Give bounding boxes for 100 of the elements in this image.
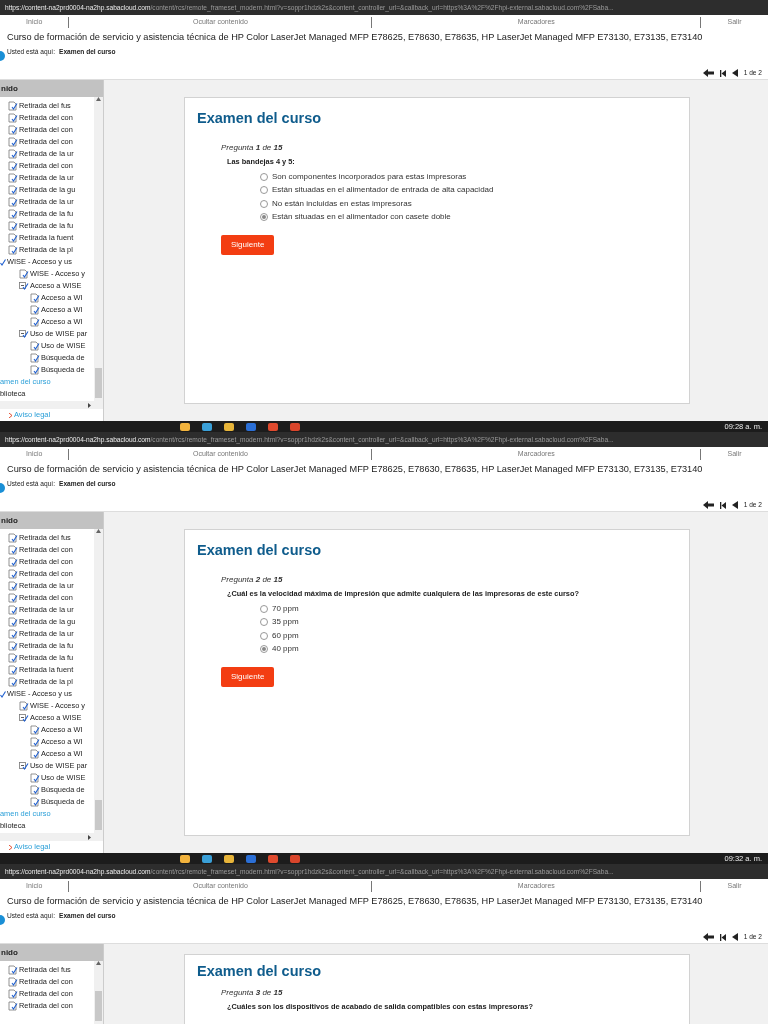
app-icon[interactable]	[290, 422, 300, 431]
back-arrow-icon[interactable]	[702, 501, 714, 509]
back-arrow-icon[interactable]	[702, 933, 714, 941]
answer-option[interactable]: Están situadas en el alimentador de entrada de alta capacidad	[260, 183, 677, 197]
radio-button[interactable]	[260, 213, 268, 222]
question-counter: Pregunta 3 de 15	[221, 986, 284, 999]
previous-icon[interactable]	[731, 933, 738, 941]
radio-button[interactable]	[260, 172, 268, 181]
answer-option[interactable]: 70 ppm	[260, 601, 677, 616]
question-counter: Pregunta 2 de 15	[221, 573, 284, 586]
app-icon[interactable]	[180, 854, 190, 863]
horizontal-scrollbar[interactable]	[0, 401, 103, 409]
app-icon[interactable]	[202, 422, 212, 431]
horizontal-scrollbar[interactable]	[0, 833, 103, 841]
radio-button[interactable]	[260, 618, 268, 627]
document-check-icon	[8, 629, 18, 639]
document-check-icon	[8, 569, 18, 579]
radio-button[interactable]	[260, 604, 268, 613]
document-check-icon	[30, 737, 40, 747]
up-arrow-icon[interactable]	[96, 961, 101, 965]
document-check-icon	[8, 113, 18, 123]
document-check-icon	[8, 605, 18, 615]
exam-title: Examen del curso	[197, 541, 323, 560]
question-counter: Pregunta 1 de 15	[221, 141, 284, 154]
collapse-check-icon	[19, 281, 29, 291]
document-check-icon	[30, 365, 40, 375]
document-check-icon	[8, 149, 18, 159]
document-check-icon	[8, 197, 18, 207]
back-arrow-icon[interactable]	[702, 69, 714, 77]
document-check-icon	[30, 317, 40, 327]
answer-option[interactable]: Están situadas en el alimentador con casete doble	[260, 210, 677, 224]
document-check-icon	[30, 785, 40, 795]
scrollbar-thumb[interactable]	[95, 991, 102, 1021]
sidebar-header: nido	[0, 944, 103, 961]
app-icon[interactable]	[224, 854, 234, 863]
option-label: 35 ppm	[272, 616, 299, 629]
option-label: Están situadas en el alimentador de entrada de alta capacidad	[272, 184, 494, 197]
scrollbar-thumb[interactable]	[95, 800, 102, 830]
radio-button[interactable]	[260, 199, 268, 208]
scrollbar-thumb[interactable]	[95, 368, 102, 398]
option-label: Están situadas en el alimentador con casete doble	[272, 211, 451, 224]
first-page-icon[interactable]	[719, 933, 726, 941]
radio-button[interactable]	[260, 645, 268, 654]
answer-option[interactable]: 35 ppm	[260, 615, 677, 629]
document-check-icon	[8, 665, 18, 675]
check-icon	[0, 689, 6, 699]
previous-icon[interactable]	[731, 501, 738, 509]
document-check-icon	[8, 185, 18, 195]
right-arrow-icon[interactable]	[88, 402, 91, 408]
scrollbar[interactable]	[94, 97, 103, 401]
chevron-icon	[9, 412, 12, 418]
next-button[interactable]: Siguiente	[221, 666, 275, 687]
document-check-icon	[8, 977, 18, 987]
next-button[interactable]: Siguiente	[221, 234, 275, 255]
up-arrow-icon[interactable]	[96, 97, 101, 101]
option-label: 60 ppm	[272, 629, 299, 642]
previous-icon[interactable]	[731, 69, 738, 77]
document-check-icon	[8, 965, 18, 975]
first-page-icon[interactable]	[719, 501, 726, 509]
up-arrow-icon[interactable]	[96, 529, 101, 533]
check-icon	[0, 257, 6, 267]
document-check-icon	[8, 173, 18, 183]
answer-option[interactable]: 40 ppm	[260, 642, 677, 656]
app-icon[interactable]	[202, 854, 212, 863]
app-icon[interactable]	[268, 854, 278, 863]
app-icon[interactable]	[290, 854, 300, 863]
scrollbar[interactable]	[94, 529, 103, 833]
document-check-icon	[8, 233, 18, 243]
document-check-icon	[8, 545, 18, 555]
document-check-icon	[8, 533, 18, 543]
answer-option[interactable]: No están incluidas en estas impresoras	[260, 196, 677, 211]
first-page-icon[interactable]	[719, 69, 726, 77]
radio-button[interactable]	[260, 631, 268, 640]
app-icon[interactable]	[224, 422, 234, 431]
right-arrow-icon[interactable]	[88, 834, 91, 840]
document-check-icon	[30, 293, 40, 303]
document-check-icon	[30, 773, 40, 783]
document-check-icon	[30, 797, 40, 807]
answer-option[interactable]: 60 ppm	[260, 628, 677, 643]
course-title: Curso de formación de servicio y asistencia técnica de HP Color LaserJet Managed MFP E78625, E78630, E78635, HP LaserJet Managed MFP E73130, E73135, E73140	[7, 895, 703, 908]
sidebar-header: nido	[0, 80, 103, 97]
document-check-icon	[8, 101, 18, 111]
radio-button[interactable]	[260, 186, 268, 195]
app-icon[interactable]	[180, 422, 190, 431]
app-icon[interactable]	[268, 422, 278, 431]
document-check-icon	[30, 341, 40, 351]
scrollbar[interactable]	[94, 961, 103, 1024]
collapse-check-icon	[19, 761, 29, 771]
sidebar-header: nido	[0, 512, 103, 529]
document-check-icon	[8, 641, 18, 651]
option-label: Son componentes incorporados para estas impresoras	[272, 170, 467, 183]
answer-option[interactable]: Son componentes incorporados para estas impresoras	[260, 169, 677, 184]
document-check-icon	[8, 137, 18, 147]
document-check-icon	[8, 557, 18, 567]
option-label: 40 ppm	[272, 643, 299, 656]
document-check-icon	[8, 581, 18, 591]
document-check-icon	[8, 653, 18, 663]
document-check-icon	[30, 725, 40, 735]
document-check-icon	[8, 125, 18, 135]
document-check-icon	[8, 677, 18, 687]
